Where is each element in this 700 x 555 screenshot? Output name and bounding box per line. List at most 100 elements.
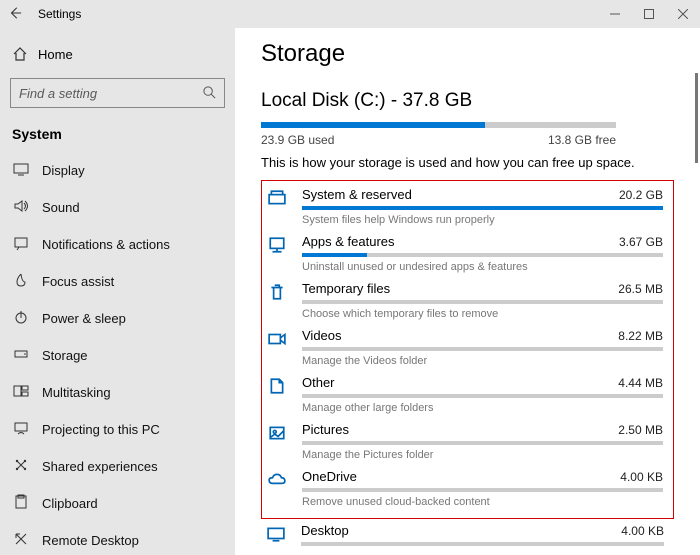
maximize-icon <box>644 9 654 19</box>
nav-clipboard[interactable]: Clipboard <box>0 485 235 522</box>
disk-free-label: 13.8 GB free <box>548 133 616 147</box>
nav-label: Remote Desktop <box>42 533 139 548</box>
sidebar-section-heading: System <box>0 122 235 152</box>
nav-sound[interactable]: Sound <box>0 189 235 226</box>
nav-label: Sound <box>42 200 80 215</box>
category-desc: Choose which temporary files to remove <box>302 308 663 320</box>
category-name: Desktop <box>301 523 349 538</box>
back-button[interactable] <box>0 6 30 23</box>
storage-icon <box>12 346 30 365</box>
nav-focus-assist[interactable]: Focus assist <box>0 263 235 300</box>
nav-multitasking[interactable]: Multitasking <box>0 374 235 411</box>
category-name: Temporary files <box>302 281 390 296</box>
disk-usage-fill <box>261 122 485 128</box>
search-wrap <box>10 78 225 108</box>
page-title: Storage <box>261 40 674 68</box>
category-size: 2.50 MB <box>618 423 663 437</box>
category-desc: Manage the Videos folder <box>302 355 663 367</box>
nav-label: Storage <box>42 348 88 363</box>
nav-shared-experiences[interactable]: Shared experiences <box>0 448 235 485</box>
close-icon <box>678 9 688 19</box>
category-size: 26.5 MB <box>618 282 663 296</box>
category-desktop[interactable]: Desktop 4.00 KB <box>261 523 674 550</box>
category-size: 4.00 KB <box>620 470 663 484</box>
power-icon <box>12 309 30 328</box>
sidebar: Home System Display Sound Notifications … <box>0 28 235 555</box>
nav-notifications[interactable]: Notifications & actions <box>0 226 235 263</box>
category-icon <box>268 187 290 210</box>
close-button[interactable] <box>666 0 700 28</box>
category-name: OneDrive <box>302 469 357 484</box>
category-row[interactable]: Pictures2.50 MBManage the Pictures folde… <box>268 422 663 461</box>
window-title: Settings <box>38 7 81 21</box>
category-row[interactable]: System & reserved20.2 GBSystem files hel… <box>268 187 663 226</box>
nav-label: Projecting to this PC <box>42 422 160 437</box>
nav-power-sleep[interactable]: Power & sleep <box>0 300 235 337</box>
nav-storage[interactable]: Storage <box>0 337 235 374</box>
home-label: Home <box>38 47 73 62</box>
category-name: Other <box>302 375 335 390</box>
category-bar <box>302 394 663 398</box>
nav-label: Clipboard <box>42 496 98 511</box>
disk-description: This is how your storage is used and how… <box>261 155 674 170</box>
category-desc: Manage the Pictures folder <box>302 449 663 461</box>
multitasking-icon <box>12 383 30 402</box>
shared-experiences-icon <box>12 457 30 476</box>
category-bar <box>301 542 664 546</box>
titlebar: Settings <box>0 0 700 28</box>
nav-projecting[interactable]: Projecting to this PC <box>0 411 235 448</box>
category-desc: Uninstall unused or undesired apps & fea… <box>302 261 663 273</box>
category-bar <box>302 347 663 351</box>
category-icon <box>268 281 290 304</box>
category-size: 8.22 MB <box>618 329 663 343</box>
category-size: 4.44 MB <box>618 376 663 390</box>
category-row[interactable]: Temporary files 26.5 MB Choose which tempo… <box>268 281 663 320</box>
home-icon <box>12 46 28 62</box>
nav-label: Multitasking <box>42 385 111 400</box>
scrollbar[interactable] <box>695 73 698 163</box>
category-icon <box>268 375 290 398</box>
minimize-icon <box>610 9 620 19</box>
category-bar <box>302 488 663 492</box>
category-desc: Remove unused cloud-backed content <box>302 496 663 508</box>
category-icon <box>268 422 290 445</box>
category-row[interactable]: Apps & features3.67 GBUninstall unused o… <box>268 234 663 273</box>
category-icon <box>268 234 290 257</box>
nav-label: Display <box>42 163 85 178</box>
category-bar <box>302 441 663 445</box>
nav-label: Power & sleep <box>42 311 126 326</box>
category-icon <box>268 469 290 492</box>
category-row[interactable]: OneDrive 4.00 KB Remove unused cloud-backe… <box>268 469 663 508</box>
display-icon <box>12 161 30 180</box>
nav-label: Shared experiences <box>42 459 158 474</box>
nav-label: Focus assist <box>42 274 114 289</box>
remote-desktop-icon <box>12 531 30 550</box>
desktop-icon <box>267 523 289 546</box>
nav-label: Notifications & actions <box>42 237 170 252</box>
nav-remote-desktop[interactable]: Remote Desktop <box>0 522 235 555</box>
category-desc: Manage other large folders <box>302 402 663 414</box>
disk-usage-bar <box>261 122 616 128</box>
focus-assist-icon <box>12 272 30 291</box>
category-icon <box>268 328 290 351</box>
disk-stats: 23.9 GB used 13.8 GB free <box>261 133 616 147</box>
minimize-button[interactable] <box>598 0 632 28</box>
category-bar <box>302 300 663 304</box>
search-input[interactable] <box>10 78 225 108</box>
category-name: Videos <box>302 328 342 343</box>
sound-icon <box>12 198 30 217</box>
category-size: 20.2 GB <box>619 188 663 202</box>
category-bar <box>302 206 663 210</box>
category-row[interactable]: Other 4.44 MB Manage other large folders <box>268 375 663 414</box>
category-name: Apps & features <box>302 234 395 249</box>
category-row[interactable]: Videos 8.22 MB Manage the Videos folder <box>268 328 663 367</box>
category-size: 4.00 KB <box>621 524 664 538</box>
search-icon <box>202 85 217 100</box>
maximize-button[interactable] <box>632 0 666 28</box>
storage-categories-highlighted: System & reserved20.2 GBSystem files hel… <box>261 180 674 519</box>
content-pane: Storage Local Disk (C:) - 37.8 GB 23.9 G… <box>235 28 700 555</box>
home-nav[interactable]: Home <box>0 40 235 68</box>
disk-used-label: 23.9 GB used <box>261 133 334 147</box>
category-desc: System files help Windows run properly <box>302 214 663 226</box>
nav-display[interactable]: Display <box>0 152 235 189</box>
